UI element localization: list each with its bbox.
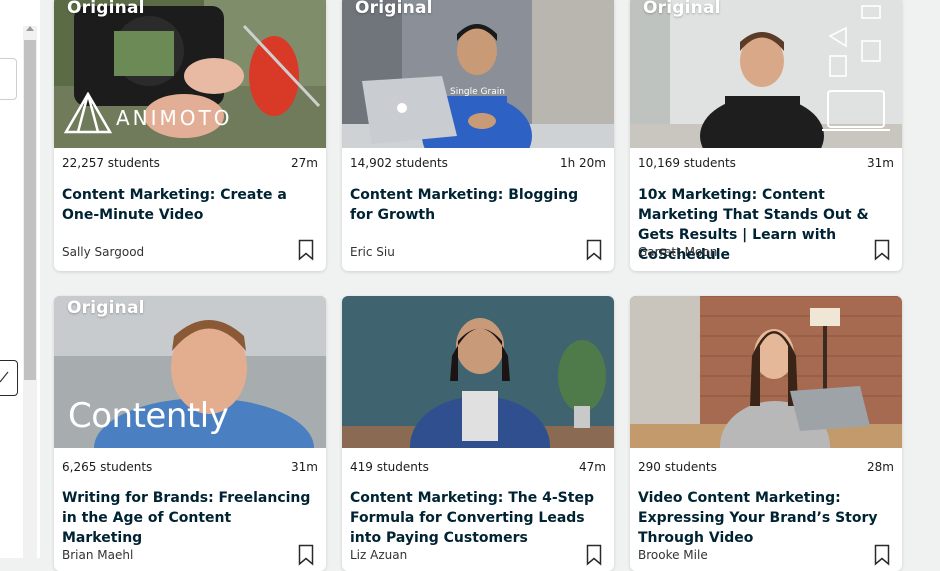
partial-edit-button[interactable]	[0, 360, 18, 396]
course-duration: 31m	[291, 460, 318, 474]
original-badge: Original	[355, 0, 433, 18]
course-duration: 47m	[579, 460, 606, 474]
course-thumbnail[interactable]	[342, 296, 614, 448]
student-count: 6,265 students	[62, 460, 153, 474]
course-card[interactable]: Original 10,169 students 31m 10x Marketi…	[630, 0, 902, 271]
course-thumbnail[interactable]: Original ANIMOTO	[54, 0, 326, 148]
bookmark-icon[interactable]	[874, 544, 890, 566]
course-author[interactable]: Liz Azuan	[350, 548, 407, 562]
course-card[interactable]: Original Contently 6,265 students 31m Wr…	[54, 296, 326, 571]
course-duration: 1h 20m	[559, 156, 606, 170]
course-author[interactable]: Brian Maehl	[62, 548, 133, 562]
scrollbar-thumb[interactable]	[24, 40, 36, 380]
chevron-up-icon[interactable]	[26, 26, 34, 31]
course-author[interactable]: Garrett Moon	[638, 245, 717, 259]
bookmark-icon[interactable]	[586, 239, 602, 261]
course-duration: 27m	[291, 156, 318, 170]
original-badge: Original	[67, 0, 145, 18]
course-card[interactable]: 419 students 47m Content Marketing: The …	[342, 296, 614, 571]
original-badge: Original	[643, 0, 721, 18]
bookmark-icon[interactable]	[874, 239, 890, 261]
course-title[interactable]: Content Marketing: The 4-Step Formula fo…	[350, 488, 602, 548]
pencil-icon	[0, 371, 9, 383]
course-card[interactable]: Original ANIMOTO 22,257 students 27m Con…	[54, 0, 326, 271]
bookmark-icon[interactable]	[298, 544, 314, 566]
course-thumbnail[interactable]: Original Single Grain	[342, 0, 614, 148]
shirt-logo: Single Grain	[450, 87, 505, 97]
course-duration: 28m	[867, 460, 894, 474]
partial-input-field[interactable]	[0, 58, 17, 100]
course-title[interactable]: Writing for Brands: Freelancing in the A…	[62, 488, 314, 548]
animoto-logo-icon	[64, 92, 112, 134]
course-duration: 31m	[867, 156, 894, 170]
course-title[interactable]: Content Marketing: Create a One-Minute V…	[62, 185, 314, 225]
course-card[interactable]: Original Single Grain 14,902 students 1h…	[342, 0, 614, 271]
bookmark-icon[interactable]	[298, 239, 314, 261]
course-thumbnail[interactable]: Original Contently	[54, 296, 326, 448]
student-count: 419 students	[350, 460, 429, 474]
course-author[interactable]: Brooke Mile	[638, 548, 708, 562]
course-thumbnail[interactable]	[630, 296, 902, 448]
course-author[interactable]: Eric Siu	[350, 245, 395, 259]
thumbnail-logo: ANIMOTO	[116, 106, 233, 130]
student-count: 10,169 students	[638, 156, 736, 170]
student-count: 290 students	[638, 460, 717, 474]
course-title[interactable]: Content Marketing: Blogging for Growth	[350, 185, 602, 225]
course-card[interactable]: 290 students 28m Video Content Marketing…	[630, 296, 902, 571]
course-thumbnail[interactable]: Original	[630, 0, 902, 148]
student-count: 22,257 students	[62, 156, 160, 170]
course-author[interactable]: Sally Sargood	[62, 245, 144, 259]
student-count: 14,902 students	[350, 156, 448, 170]
original-badge: Original	[67, 298, 145, 318]
course-title[interactable]: Video Content Marketing: Expressing Your…	[638, 488, 890, 548]
thumbnail-logo: Contently	[68, 396, 229, 436]
bookmark-icon[interactable]	[586, 544, 602, 566]
